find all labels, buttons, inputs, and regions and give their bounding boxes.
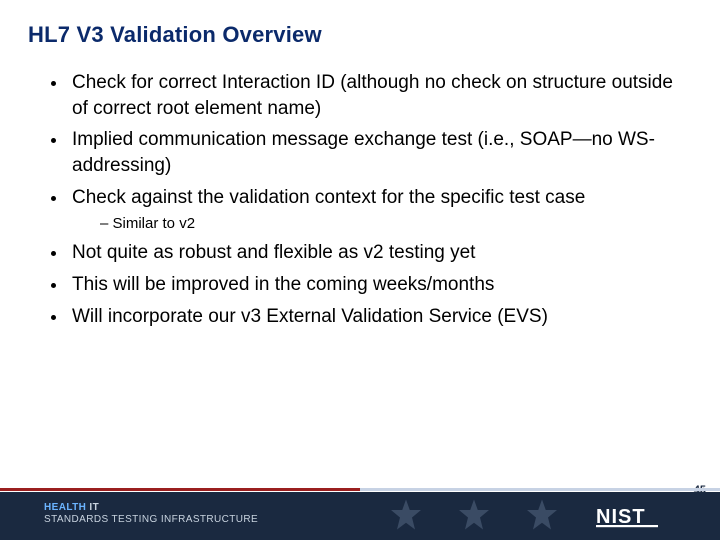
list-item: Check against the validation context for… [68,185,680,235]
footer-brand-accent: HEALTH [44,502,86,513]
footer-brand-suffix: IT [86,502,99,513]
slide-title: HL7 V3 Validation Overview [28,22,322,48]
bullet-text: Check against the validation context for… [72,187,585,208]
star-icon [456,498,492,534]
bullet-text: This will be improved in the coming week… [72,274,494,295]
footer-branding: HEALTH IT STANDARDS TESTING INFRASTRUCTU… [44,502,258,526]
list-item: Will incorporate our v3 External Validat… [68,304,680,330]
list-item: This will be improved in the coming week… [68,272,680,298]
bullet-text: Not quite as robust and flexible as v2 t… [72,242,475,263]
list-item: Check for correct Interaction ID (althou… [68,70,680,121]
list-item: Not quite as robust and flexible as v2 t… [68,240,680,266]
slide: HL7 V3 Validation Overview Check for cor… [0,0,720,540]
bullet-text: Will incorporate our v3 External Validat… [72,306,548,327]
footer-line2: STANDARDS TESTING INFRASTRUCTURE [44,514,258,526]
bullet-text: Similar to v2 [113,215,196,232]
bullet-text: Check for correct Interaction ID (althou… [72,72,673,119]
footer-line1: HEALTH IT [44,502,258,514]
bullet-list: Check for correct Interaction ID (althou… [40,70,680,329]
footer-divider [0,488,720,491]
slide-body: Check for correct Interaction ID (althou… [40,70,680,335]
star-icon [388,498,424,534]
footer-bar: HEALTH IT STANDARDS TESTING INFRASTRUCTU… [0,492,720,540]
sub-bullet-list: Similar to v2 [72,214,680,234]
nist-logo: NIST [596,504,674,533]
list-item: Similar to v2 [100,214,680,234]
nist-logo-text: NIST [596,506,646,528]
list-item: Implied communication message exchange t… [68,127,680,178]
footer-stars [388,498,560,534]
star-icon [524,498,560,534]
bullet-text: Implied communication message exchange t… [72,129,655,176]
